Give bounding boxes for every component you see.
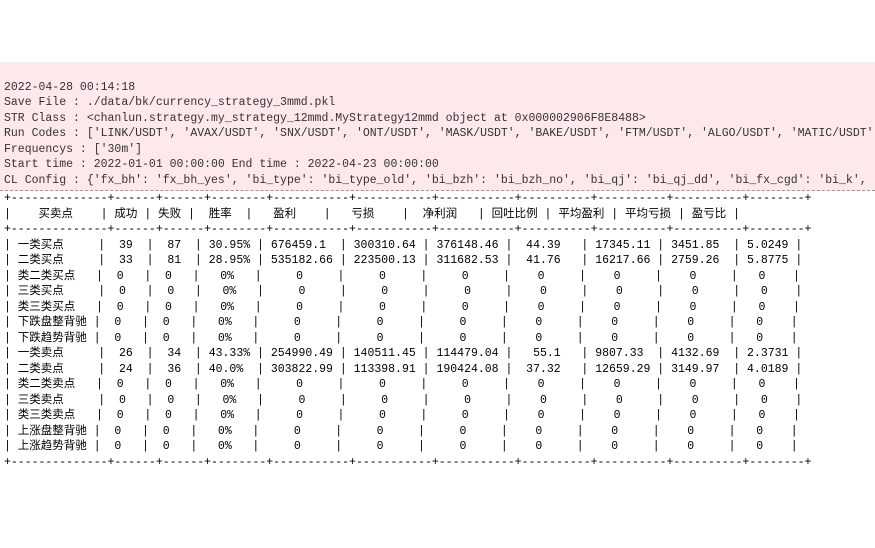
log-start-time: Start time : 2022-01-01 00:00:00 End tim… [4,158,439,171]
results-table: +--------------+------+------+--------+-… [0,191,875,470]
log-run-codes: Run Codes : ['LINK/USDT', 'AVAX/USDT', '… [4,127,875,140]
log-str-class: STR Class : <chanlun.strategy.my_strateg… [4,112,646,125]
log-cl-config: CL Config : {'fx_bh': 'fx_bh_yes', 'bi_t… [4,174,875,187]
log-frequencys: Frequencys : ['30m'] [4,143,142,156]
log-header: 2022-04-28 00:14:18 Save File : ./data/b… [0,62,875,191]
log-timestamp: 2022-04-28 00:14:18 [4,81,135,94]
log-save-file: Save File : ./data/bk/currency_strategy_… [4,96,335,109]
